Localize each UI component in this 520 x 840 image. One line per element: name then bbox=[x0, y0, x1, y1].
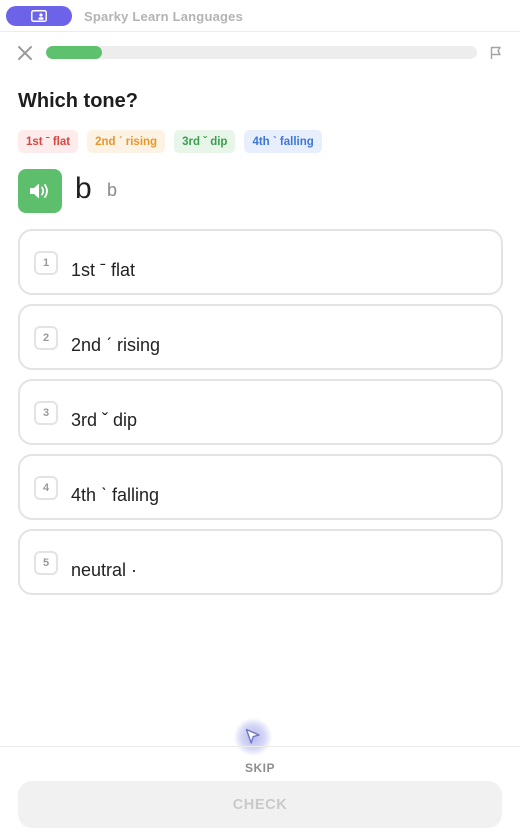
option-label: 1st ˉ flat bbox=[71, 260, 136, 280]
tone-chip: 4th ˋ falling bbox=[244, 130, 322, 153]
app-title-bar: Sparky Learn Languages bbox=[0, 0, 520, 32]
cursor-arrow-icon bbox=[245, 728, 260, 744]
option-label: neutral · bbox=[71, 560, 138, 580]
presentation-icon bbox=[31, 10, 47, 22]
speaker-icon bbox=[30, 183, 48, 199]
option-number-badge: 5 bbox=[34, 551, 58, 575]
lesson-progress-fill bbox=[46, 46, 103, 59]
pronunciation-hint: b bbox=[107, 180, 118, 200]
tone-chip: 2nd ˊ rising bbox=[87, 130, 166, 153]
tone-chip: 1st ˉ flat bbox=[18, 130, 79, 153]
option-label: 3rd ˇ dip bbox=[71, 410, 138, 430]
option-number-badge: 4 bbox=[34, 476, 58, 500]
report-flag-button[interactable] bbox=[486, 43, 506, 63]
question-heading: Which tone? bbox=[18, 90, 138, 112]
answer-option[interactable]: 3 3rd ˇ dip bbox=[18, 379, 503, 445]
option-number-badge: 3 bbox=[34, 401, 58, 425]
lesson-progress-bar bbox=[46, 46, 477, 59]
answer-option[interactable]: 2 2nd ˊ rising bbox=[18, 304, 503, 370]
check-button[interactable]: CHECK bbox=[18, 781, 502, 828]
answer-option[interactable]: 5 neutral · bbox=[18, 529, 503, 595]
play-audio-button[interactable] bbox=[18, 169, 62, 213]
answer-option[interactable]: 4 4th ˋ falling bbox=[18, 454, 503, 520]
option-label: 4th ˋ falling bbox=[71, 485, 160, 505]
flag-icon bbox=[490, 46, 501, 59]
skip-button[interactable]: SKIP bbox=[0, 761, 520, 775]
option-number-badge: 2 bbox=[34, 326, 58, 350]
app-switcher-button[interactable] bbox=[6, 6, 72, 26]
footer-divider bbox=[0, 746, 520, 747]
answer-options: 1 1st ˉ flat 2 2nd ˊ rising 3 3rd ˇ dip 4 4th ˋ… bbox=[18, 229, 503, 604]
tone-chips: 1st ˉ flat 2nd ˊ rising 3rd ˇ dip 4th ˋ fal… bbox=[18, 130, 322, 153]
answer-option[interactable]: 1 1st ˉ flat bbox=[18, 229, 503, 295]
target-character: b bbox=[75, 172, 92, 205]
close-button[interactable] bbox=[14, 42, 36, 64]
app-title: Sparky Learn Languages bbox=[84, 9, 244, 24]
close-icon bbox=[18, 46, 32, 60]
option-number-badge: 1 bbox=[34, 251, 58, 275]
tone-chip: 3rd ˇ dip bbox=[174, 130, 236, 153]
option-label: 2nd ˊ rising bbox=[71, 335, 161, 355]
